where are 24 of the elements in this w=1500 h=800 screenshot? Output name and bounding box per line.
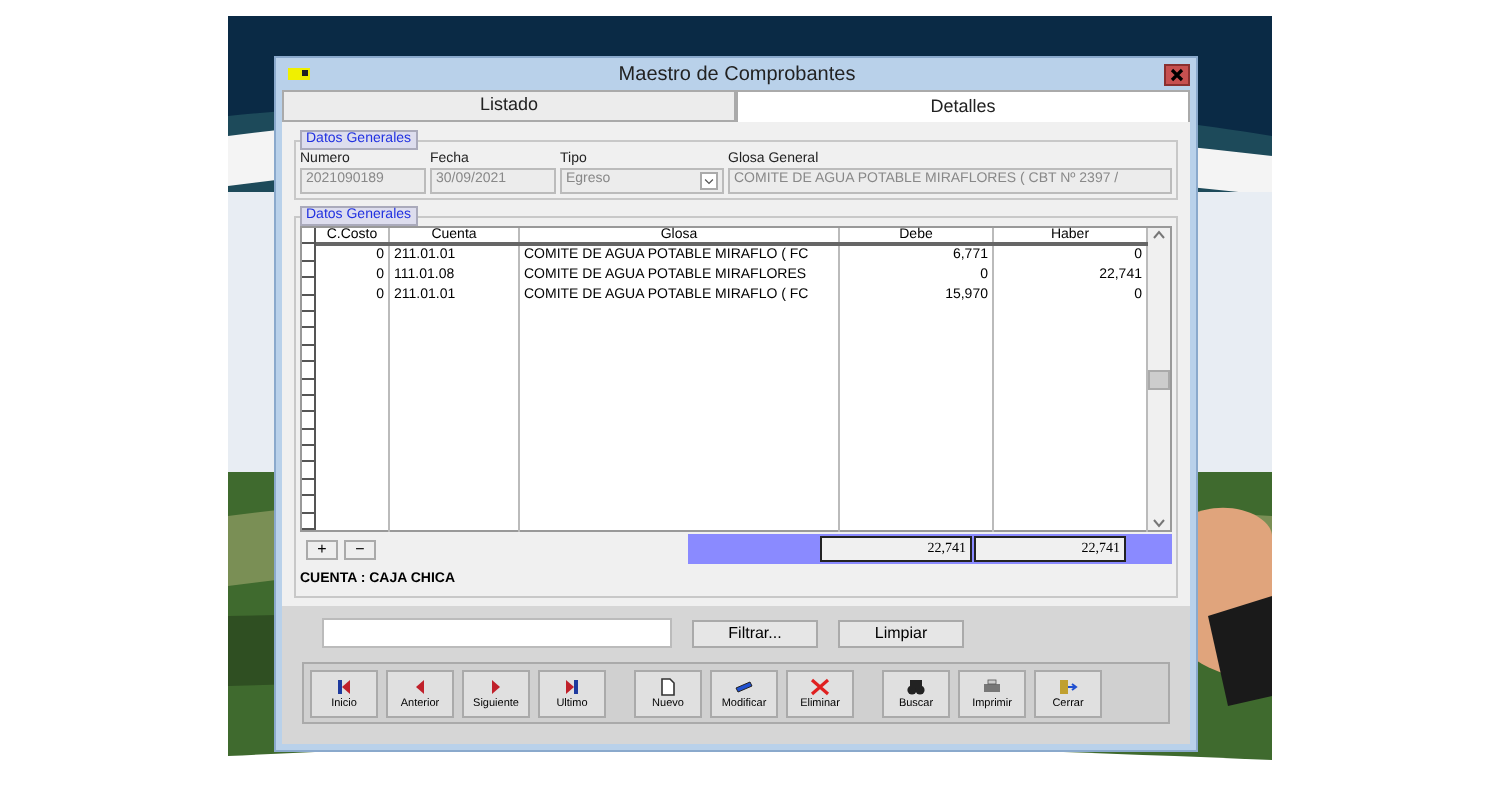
pencil-bar-icon: [734, 677, 754, 695]
printer-icon: [982, 677, 1002, 695]
tab[interactable]: Detalles: [736, 90, 1190, 122]
delete-icon: [810, 677, 830, 695]
app-icon: [288, 68, 310, 80]
door-exit-icon: [1058, 677, 1078, 695]
scroll-down-icon: [1152, 516, 1166, 530]
scroll-up-icon: [1152, 228, 1166, 242]
scroll-thumb[interactable]: [1148, 369, 1170, 389]
filter-action-button[interactable]: Limpiar: [838, 619, 964, 647]
vertical-scrollbar[interactable]: [1148, 228, 1170, 530]
add-row-button[interactable]: +: [306, 539, 338, 559]
tab[interactable]: Listado: [282, 90, 736, 122]
filter-action-button[interactable]: Filtrar...: [692, 619, 818, 647]
window-title: Maestro de Comprobantes: [616, 61, 858, 89]
chevron-down-icon: [700, 172, 718, 190]
document-icon: [658, 677, 678, 695]
close-icon: [1170, 67, 1184, 81]
remove-row-button[interactable]: −: [344, 539, 376, 559]
filter-field[interactable]: [322, 618, 672, 648]
last-record-icon: [562, 677, 582, 695]
first-record-icon: [334, 677, 354, 695]
close-button[interactable]: [1164, 63, 1190, 85]
binoculars-icon: [906, 677, 926, 695]
